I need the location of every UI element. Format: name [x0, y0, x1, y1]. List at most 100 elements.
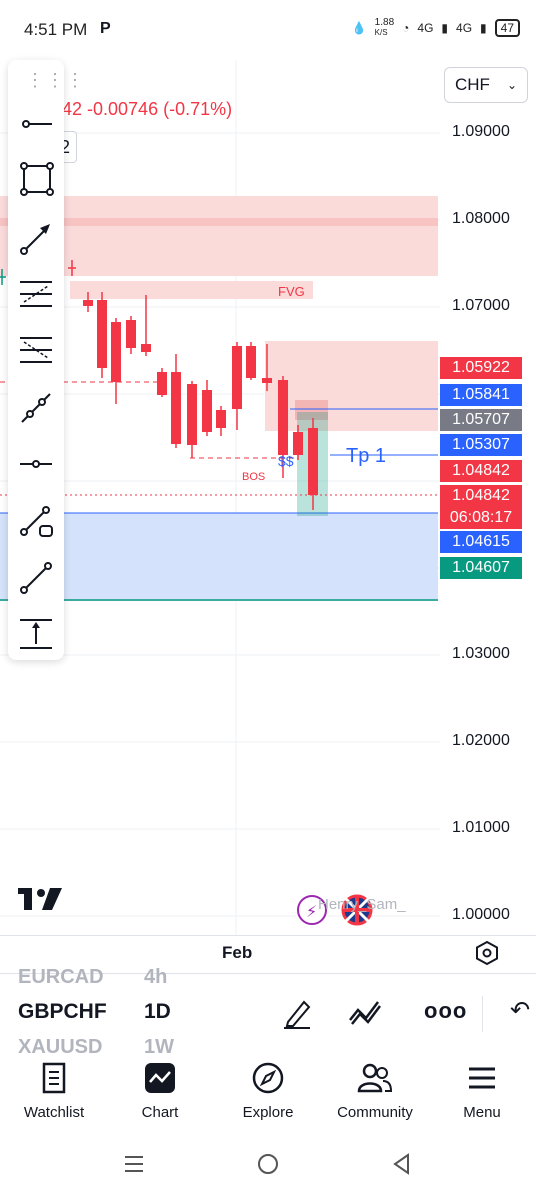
signal-label-1: 4G: [417, 21, 434, 35]
price-change-text: 42 -0.00746 (-0.71%): [62, 99, 233, 119]
drop-icon: 💧: [351, 21, 367, 35]
bos-label: BOS: [242, 471, 265, 483]
tradingview-logo: [18, 888, 62, 910]
symbol-toolbar: EURCAD 4h GBPCHF 1D XAUUSD 1W ooo ↶: [0, 966, 536, 1058]
candle-body: [97, 300, 107, 368]
net-speed-unit: K/S: [374, 28, 388, 37]
currency-select[interactable]: CHF ⌄: [444, 67, 528, 103]
interval-selector[interactable]: 1D: [144, 1000, 171, 1024]
drawing-pen-icon[interactable]: [280, 996, 314, 1030]
price-tag: 1.05841: [440, 384, 522, 406]
time-label: Feb: [222, 943, 253, 962]
demand-zone[interactable]: [0, 513, 438, 601]
fvg-zone[interactable]: [70, 281, 313, 299]
candle-body: [293, 432, 303, 455]
drag-handle-icon[interactable]: ⋮⋮⋮: [26, 70, 84, 91]
drawing-toolbox: ⋮⋮⋮: [8, 60, 84, 660]
status-icons: 💧 1.88 K/S ◔ 4G ▮ 4G ▮ 47: [352, 18, 520, 38]
supply-zone-top-band: [0, 218, 438, 226]
candle-body: [308, 428, 318, 495]
supply-zone-top[interactable]: [0, 196, 438, 276]
status-time: 4:51 PM: [24, 20, 88, 39]
candle-body: [216, 410, 226, 428]
current-price-tag: 1.04842: [440, 485, 522, 507]
home-icon[interactable]: [256, 1152, 280, 1176]
nav-label: Watchlist: [23, 1104, 85, 1121]
bottom-navigation: Watchlist Chart Explore Community Menu: [0, 1053, 536, 1138]
signal-label-2: 4G: [456, 21, 473, 35]
price-tick: 1.00000: [452, 906, 510, 923]
community-icon: [357, 1063, 393, 1093]
line-icon[interactable]: [16, 558, 56, 598]
liquidity-marker-icon: $$: [278, 453, 294, 469]
indicators-icon[interactable]: [348, 998, 384, 1026]
candle-body: [278, 380, 288, 455]
tp-label: Tp 1: [346, 445, 386, 467]
net-speed-value: 1.88: [374, 17, 395, 28]
fib-retracement-icon[interactable]: [16, 274, 56, 314]
prev-interval[interactable]: 4h: [144, 966, 167, 989]
watermark-username: Henry_Sam_: [318, 896, 406, 913]
back-icon[interactable]: [390, 1152, 414, 1176]
nav-community[interactable]: Community: [325, 1061, 425, 1121]
chart-icon: [145, 1063, 175, 1093]
nav-label: Chart: [141, 1104, 179, 1121]
price-tag: 1.05922: [440, 357, 522, 379]
candlestick-chart[interactable]: FVG Tp 1 BOS $$ ⚡ Henry_Sam_: [0, 60, 440, 940]
nav-watchlist[interactable]: Watchlist: [4, 1061, 104, 1121]
compass-icon: [252, 1062, 284, 1094]
arrow-icon[interactable]: [16, 218, 56, 258]
candle-body: [202, 390, 212, 432]
price-tick: 1.07000: [452, 297, 510, 314]
price-tick: 1.01000: [452, 819, 510, 836]
recents-icon[interactable]: [122, 1152, 146, 1176]
prev-symbol[interactable]: EURCAD: [18, 966, 104, 989]
battery-icon: 47: [494, 19, 520, 37]
nav-label: Explore: [242, 1104, 294, 1121]
nav-label: Menu: [463, 1104, 501, 1121]
horizontal-ray-icon[interactable]: [16, 104, 56, 144]
wifi-icon: ◔: [402, 21, 410, 35]
horizontal-line-icon[interactable]: [16, 444, 56, 484]
price-tag: 1.04842: [440, 460, 522, 482]
price-tag: 1.04615: [440, 531, 522, 553]
candle-body: [126, 320, 136, 348]
signal-bars-icon: ▮: [441, 21, 449, 35]
candle-body: [111, 322, 121, 382]
symbol-selector[interactable]: GBPCHF: [18, 1000, 107, 1024]
fib-extension-icon[interactable]: [16, 330, 56, 370]
settings-hexagon-icon[interactable]: [474, 940, 500, 966]
nav-menu[interactable]: Menu: [432, 1061, 532, 1121]
hamburger-menu-icon: [469, 1067, 495, 1089]
candle-body: [141, 344, 151, 352]
watchlist-icon: [42, 1062, 66, 1094]
rectangle-icon[interactable]: [16, 160, 56, 200]
price-tag: 1.05707: [440, 409, 522, 431]
bar-countdown: 06:08:17: [440, 507, 522, 529]
trend-line-icon[interactable]: [16, 388, 56, 428]
signal-bars-icon-2: ▮: [480, 21, 487, 35]
supply-zone-mid[interactable]: [265, 341, 438, 431]
status-bar: 4:51 PM P 💧 1.88 K/S ◔ 4G ▮ 4G ▮ 47: [0, 0, 536, 60]
grid-lines: [0, 60, 440, 935]
fvg-label: FVG: [278, 284, 305, 299]
price-tag: 1.05307: [440, 434, 522, 456]
date-range-icon[interactable]: [16, 614, 56, 654]
candle-body: [187, 384, 197, 445]
chevron-down-icon: ⌄: [506, 78, 517, 92]
price-tick: 1.03000: [452, 645, 510, 662]
currency-value: CHF: [455, 75, 490, 94]
nav-chart[interactable]: Chart: [110, 1061, 210, 1121]
price-tick: 1.08000: [452, 210, 510, 227]
candle-body: [83, 300, 93, 306]
price-tick: 1.09000: [452, 123, 510, 140]
svg-text:⚡: ⚡: [306, 902, 317, 921]
nav-explore[interactable]: Explore: [218, 1061, 318, 1121]
ruler-icon[interactable]: [16, 500, 56, 540]
system-navigation: [0, 1138, 536, 1200]
price-tick: 1.02000: [452, 732, 510, 749]
undo-icon[interactable]: ↶: [510, 996, 530, 1025]
candle-body: [171, 372, 181, 444]
app-indicator: P: [100, 20, 111, 37]
more-options-icon[interactable]: ooo: [424, 998, 467, 1024]
